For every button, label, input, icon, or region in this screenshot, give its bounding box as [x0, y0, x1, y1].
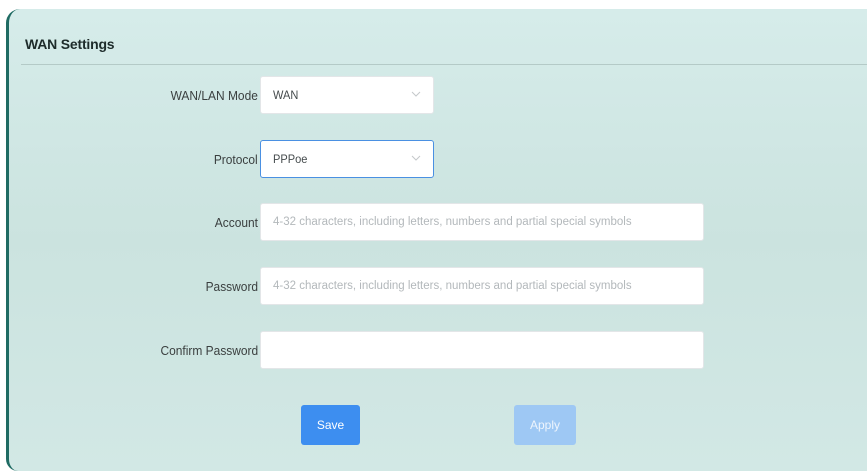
password-input[interactable] [260, 267, 704, 305]
wan-lan-mode-select[interactable]: WAN [260, 76, 434, 114]
account-input[interactable] [260, 203, 704, 241]
chevron-down-icon [411, 91, 421, 97]
save-button[interactable]: Save [301, 405, 360, 445]
account-label: Account [214, 215, 258, 230]
wan-lan-mode-value: WAN [273, 88, 299, 102]
section-divider [21, 64, 867, 65]
section-title: WAN Settings [25, 36, 115, 52]
protocol-select[interactable]: PPPoe [260, 140, 434, 178]
protocol-label: Protocol [214, 152, 258, 167]
apply-button[interactable]: Apply [514, 405, 576, 445]
password-label: Password [205, 279, 258, 294]
chevron-down-icon [411, 155, 421, 161]
wan-lan-mode-label: WAN/LAN Mode [170, 88, 258, 103]
confirm-password-label: Confirm Password [160, 343, 258, 358]
protocol-value: PPPoe [273, 152, 308, 166]
confirm-password-input[interactable] [260, 331, 704, 369]
